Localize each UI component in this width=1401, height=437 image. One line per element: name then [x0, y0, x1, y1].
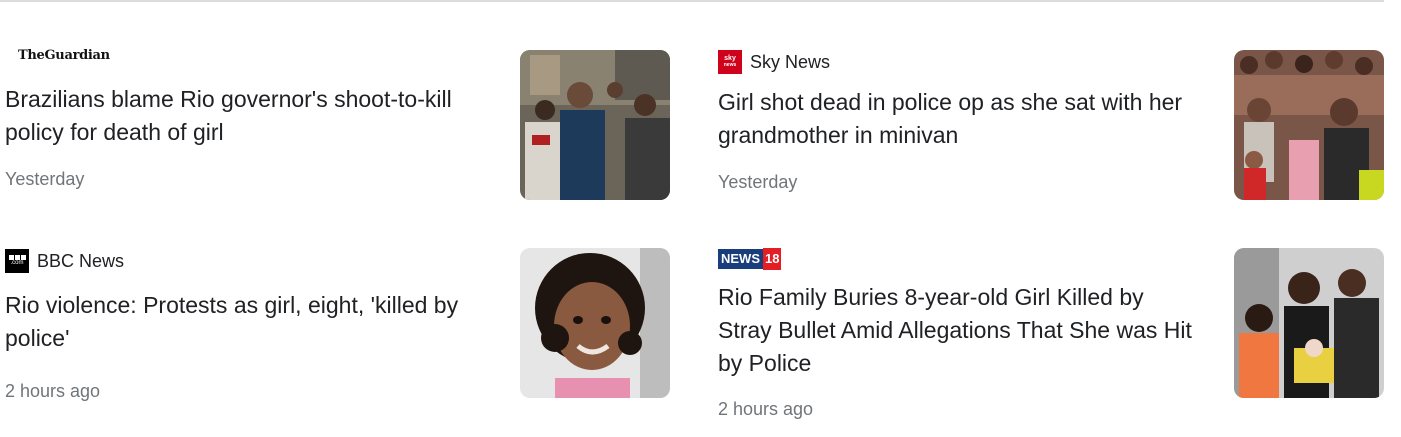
top-divider [0, 0, 1384, 2]
mourners-crowd-photo[interactable] [1234, 50, 1384, 200]
timestamp: Yesterday [5, 169, 85, 189]
source-name: Sky News [750, 51, 831, 72]
headline[interactable]: Girl shot dead in police op as she sat w… [718, 86, 1213, 152]
source-row: .com BBC News [5, 249, 124, 273]
source-name: BBC News [37, 250, 125, 271]
logo-text: NEWS [718, 249, 763, 269]
news-card[interactable]: NEWS 18 Rio Family Buries 8-year-old Gir… [718, 243, 1384, 428]
source-row: sky news Sky News [718, 50, 830, 74]
logo-text: .com [10, 260, 24, 266]
timestamp: 2 hours ago [718, 399, 814, 419]
logo-text: Guardian [44, 48, 111, 63]
news18-logo: NEWS 18 [718, 248, 782, 270]
headline[interactable]: Rio Family Buries 8-year-old Girl Killed… [718, 281, 1198, 380]
source-row: NEWS 18 [718, 248, 789, 270]
logo-text: The [18, 48, 45, 63]
news-card[interactable]: sky news Sky News Girl shot dead in poli… [718, 45, 1384, 205]
girl-portrait-photo[interactable] [520, 248, 670, 398]
headline[interactable]: Brazilians blame Rio governor's shoot-to… [5, 83, 495, 149]
logo-text: sky [724, 55, 736, 62]
protest-crowd-photo[interactable] [520, 50, 670, 200]
funeral-women-photo[interactable] [1234, 248, 1384, 398]
source-row: The Guardian [5, 48, 111, 63]
timestamp: 2 hours ago [5, 381, 101, 401]
sky-news-logo: sky news [718, 50, 742, 74]
news-card[interactable]: .com BBC News Rio violence: Protests as … [5, 243, 670, 408]
news-card[interactable]: The Guardian Brazilians blame Rio govern… [5, 45, 670, 205]
headline[interactable]: Rio violence: Protests as girl, eight, '… [5, 289, 495, 355]
guardian-logo: The Guardian [5, 48, 111, 63]
timestamp: Yesterday [718, 172, 798, 192]
logo-text: news [723, 62, 737, 68]
logo-text: 18 [763, 248, 782, 270]
bbc-logo: .com [5, 249, 29, 273]
